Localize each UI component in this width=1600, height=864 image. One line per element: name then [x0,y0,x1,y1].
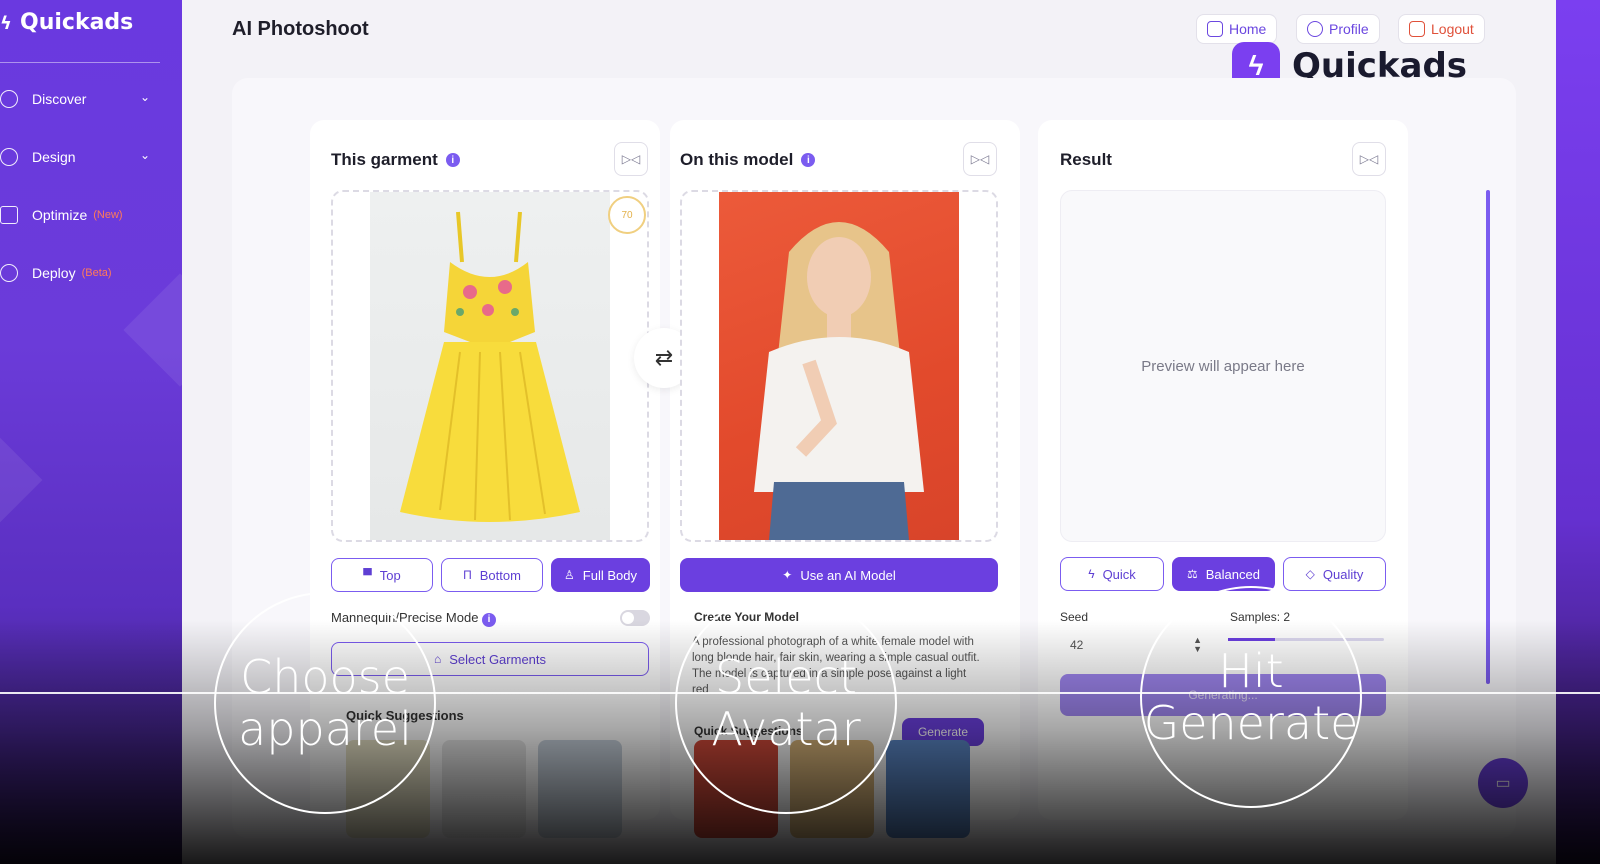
compare-icon[interactable]: ▷◁ [963,142,997,176]
home-button[interactable]: Home [1196,14,1278,44]
palette-icon [0,148,18,166]
full-body-label: Full Body [582,567,637,583]
shirt-icon: ▀ [363,568,372,582]
sidebar-decoration [0,437,43,523]
profile-label: Profile [1329,21,1369,37]
chevron-down-icon[interactable]: ⌄ [140,148,150,162]
full-body-button[interactable]: ♙ Full Body [551,558,650,592]
profile-button[interactable]: Profile [1296,14,1380,44]
rocket-icon [0,264,18,282]
garment-title-text: This garment [331,150,438,169]
compare-icon[interactable]: ▷◁ [1352,142,1386,176]
suggestion-thumbnail[interactable] [442,740,526,838]
diamond-icon: ◇ [1305,567,1315,581]
suggestion-thumbnail[interactable] [886,740,970,838]
chart-icon [0,206,18,224]
chevron-down-icon[interactable]: ⌄ [140,90,150,104]
use-ai-model-label: Use an AI Model [800,567,896,583]
bolt-icon: ϟ [0,12,12,34]
use-ai-model-button[interactable]: ✦ Use an AI Model [680,558,998,592]
logout-label: Logout [1431,21,1474,37]
quality-label: Quality [1322,566,1364,582]
info-icon[interactable]: i [801,153,816,167]
compare-icon[interactable]: ▷◁ [614,142,648,176]
model-title-text: On this model [680,150,794,169]
sidebar-item-label: Deploy [32,265,76,281]
result-preview: Preview will appear here [1060,190,1386,542]
quick-label: Quick [1102,566,1136,582]
model-title: On this model i [680,150,816,170]
sidebar-brand[interactable]: ϟ Quickads [0,10,133,35]
sidebar-item-label: Design [32,149,76,165]
scale-icon: ⚖ [1187,567,1198,581]
seed-label: Seed [1060,610,1089,624]
balanced-label: Balanced [1205,566,1260,582]
step-label: Hit Generate [1143,644,1359,750]
score-badge: 70 [608,196,646,234]
user-icon [1307,21,1323,37]
sidebar-item-discover[interactable]: Discover ⌄ [0,90,160,108]
scrollbar[interactable] [1486,190,1490,684]
info-icon[interactable]: i [482,612,497,627]
new-tag: (New) [93,209,123,221]
step-circle-hit-generate: Hit Generate [1140,586,1362,808]
sparkle-icon: ✦ [782,568,793,582]
sidebar-item-design[interactable]: Design ⌄ [0,148,160,166]
preview-placeholder: Preview will appear here [1141,357,1305,375]
compass-icon [0,90,18,108]
bottom-label: Bottom [479,567,521,583]
right-edge-decoration [1556,0,1600,864]
sidebar-item-label: Optimize [32,207,88,223]
step-circle-select-avatar: Select Avatar [675,592,897,814]
garment-title: This garment i [331,150,460,170]
chat-icon[interactable]: ▭ [1478,758,1528,808]
select-garments-label: Select Garments [449,651,547,667]
hanger-icon: ⌂ [433,652,442,666]
bottom-button[interactable]: Π Bottom [441,558,543,592]
garment-image [370,192,610,540]
top-button[interactable]: ▀ Top [331,558,433,592]
step-label: Choose apparel [238,650,412,756]
sidebar-divider [0,62,160,63]
info-icon[interactable]: i [445,153,460,167]
model-image [719,192,959,540]
brand-name: Quickads [20,10,134,35]
bolt-icon: ϟ [1088,567,1095,581]
person-icon: ♙ [564,568,575,582]
quality-button[interactable]: ◇ Quality [1283,557,1386,591]
step-circle-choose-apparel: Choose apparel [214,592,436,814]
home-icon [1207,21,1223,37]
seed-value: 42 [1070,638,1084,652]
page-title: AI Photoshoot [232,18,369,40]
screen: ϟ Quickads Discover ⌄ Design ⌄ Optimize … [0,0,1600,864]
logout-button[interactable]: Logout [1398,14,1485,44]
logout-icon [1409,21,1425,37]
sidebar: ϟ Quickads Discover ⌄ Design ⌄ Optimize … [0,0,237,864]
sidebar-item-label: Discover [32,91,87,107]
quick-quality-button[interactable]: ϟ Quick [1060,557,1164,591]
sidebar-item-optimize[interactable]: Optimize (New) [0,206,160,224]
home-label: Home [1229,21,1267,37]
top-label: Top [379,567,401,583]
suggestion-thumbnail[interactable] [538,740,622,838]
sidebar-item-deploy[interactable]: Deploy (Beta) [0,264,160,282]
mannequin-mode-toggle[interactable] [620,610,650,626]
pants-icon: Π [463,568,472,582]
result-title: Result [1060,150,1112,169]
step-label: Select Avatar [711,650,861,756]
beta-tag: (Beta) [81,267,112,279]
